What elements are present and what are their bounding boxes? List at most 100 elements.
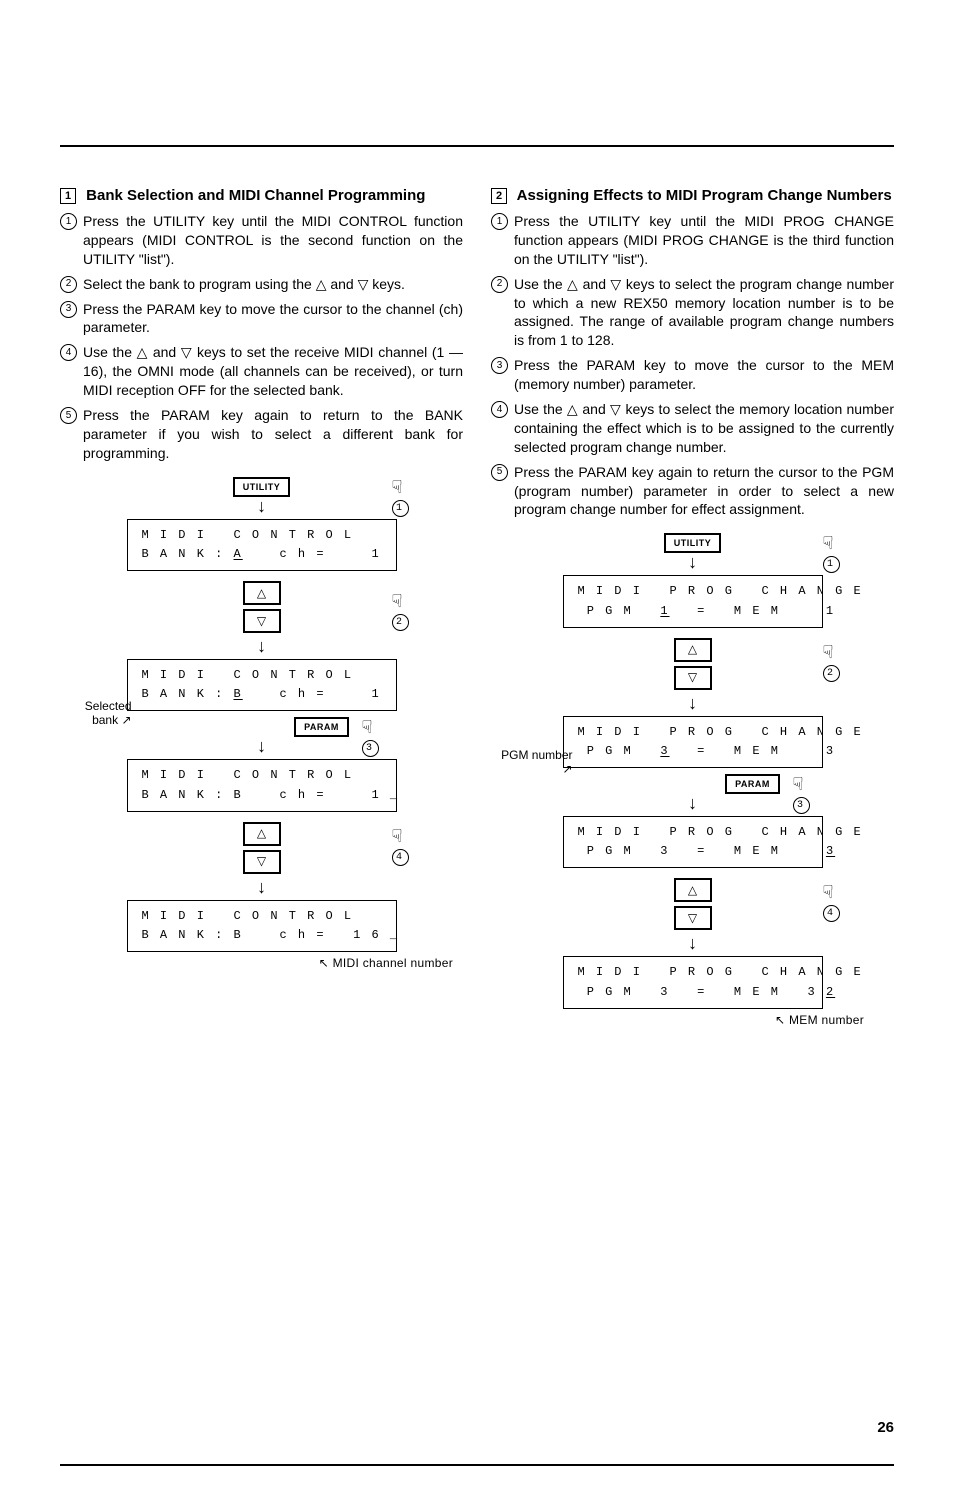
up-key: △ [243,581,281,605]
right-column: 2 Assigning Effects to MIDI Program Chan… [491,187,894,1027]
arrow-down-icon: ↓ [256,739,267,757]
step-num: 3 [491,357,508,374]
lcd-line2: P G M 1 = M E M 1 [578,602,808,621]
callout-3: 3 [362,740,379,757]
up-down-keys: △ ▽ [243,581,281,633]
hand-icon: ☟ [362,717,373,739]
arrow-down-icon: ↓ [687,796,698,814]
page-number: 26 [877,1419,894,1436]
up-down-keys: △ ▽ [674,638,712,690]
steps-list-1: 1 Press the UTILITY key until the MIDI CO… [60,212,463,463]
lcd-line1: M I D I P R O G C H A N G E [578,963,808,982]
lcd-screen: M I D I P R O G C H A N G E P G M 3 = M … [563,956,823,1008]
lcd-screen: M I D I P R O G C H A N G E P G M 1 = M … [563,575,823,627]
up-key: △ [243,822,281,846]
step-text: Press the UTILITY key until the MIDI CON… [83,212,463,269]
lcd-line1: M I D I C O N T R O L [142,666,382,685]
section-title-2: 2 Assigning Effects to MIDI Program Chan… [491,187,894,204]
step-text: Use the △ and ▽ keys to select the progr… [514,275,894,351]
step-num: 5 [60,407,77,424]
step-text: Press the PARAM key to move the cursor t… [83,300,463,338]
arrow-down-icon: ↓ [687,555,698,573]
utility-key: UTILITY [664,533,722,553]
lcd-line1: M I D I C O N T R O L [142,907,382,926]
two-columns: 1 Bank Selection and MIDI Channel Progra… [0,187,954,1027]
hand-icon: ☟ [823,642,834,664]
hand-icon: ☟ [793,774,804,796]
lcd-screen: M I D I C O N T R O L B A N K : B c h = … [127,759,397,811]
up-down-keys: △ ▽ [243,822,281,874]
flow-diagram-2: UTILITY ☟1 ↓ M I D I P R O G C H A N G E… [491,533,894,1027]
step-num: 1 [491,213,508,230]
rule-top [60,145,894,147]
down-key: ▽ [674,906,712,930]
step-num: 5 [491,464,508,481]
section-heading-1: Bank Selection and MIDI Channel Programm… [86,187,425,204]
lcd-line2: B A N K : B c h = 1 _ [142,786,382,805]
step-text: Use the △ and ▽ keys to select the memor… [514,400,894,457]
step-text: Press the PARAM key again to return to t… [83,406,463,463]
callout-1: 1 [392,500,409,517]
arrow-down-icon: ↓ [256,880,267,898]
hand-icon: ☟ [392,591,403,613]
mem-number-label: ↖ MEM number [775,1013,864,1027]
step-text: Use the △ and ▽ keys to set the receive … [83,343,463,400]
hand-icon: ☟ [392,477,403,499]
step-text: Press the PARAM key to move the cursor t… [514,356,894,394]
lcd-line2: B A N K : B c h = 1 [142,685,382,704]
step-text: Select the bank to program using the △ a… [83,275,405,294]
step-num: 2 [60,276,77,293]
lcd-line1: M I D I C O N T R O L [142,766,382,785]
lcd-line1: M I D I P R O G C H A N G E [578,582,808,601]
callout-2: 2 [823,665,840,682]
arrow-down-icon: ↓ [256,499,267,517]
lcd-screen: M I D I P R O G C H A N G E P G M 3 = M … [563,716,823,768]
param-key: PARAM [294,717,349,737]
arrow-down-icon: ↓ [256,639,267,657]
box-number-1: 1 [60,188,76,204]
hand-icon: ☟ [823,533,834,555]
down-key: ▽ [243,850,281,874]
lcd-screen: M I D I P R O G C H A N G E P G M 3 = M … [563,816,823,868]
section-title-1: 1 Bank Selection and MIDI Channel Progra… [60,187,463,204]
flow-diagram-1: UTILITY ☟1 ↓ M I D I C O N T R O L B A N… [60,477,463,971]
left-column: 1 Bank Selection and MIDI Channel Progra… [60,187,463,1027]
up-key: △ [674,878,712,902]
down-key: ▽ [243,609,281,633]
down-key: ▽ [674,666,712,690]
lcd-line2: B A N K : B c h = 1 6 _ [142,926,382,945]
lcd-screen: M I D I C O N T R O L B A N K : B c h = … [127,900,397,952]
step-num: 1 [60,213,77,230]
callout-3: 3 [793,797,810,814]
callout-4: 4 [823,905,840,922]
lcd-line2: P G M 3 = M E M 3 2 [578,983,808,1002]
pgm-number-label: PGM number ↗ [491,748,573,776]
param-key: PARAM [725,774,780,794]
callout-1: 1 [823,556,840,573]
step-num: 2 [491,276,508,293]
lcd-screen: M I D I C O N T R O L B A N K : B c h = … [127,659,397,711]
section-heading-2: Assigning Effects to MIDI Program Change… [517,187,892,204]
lcd-line1: M I D I C O N T R O L [142,526,382,545]
lcd-line2: B A N K : A c h = 1 [142,545,382,564]
lcd-line2: P G M 3 = M E M 3 [578,842,808,861]
step-text: Press the PARAM key again to return the … [514,463,894,520]
callout-4: 4 [392,849,409,866]
rule-bottom [60,1464,894,1466]
lcd-screen: M I D I C O N T R O L B A N K : A c h = … [127,519,397,571]
box-number-2: 2 [491,188,507,204]
hand-icon: ☟ [392,826,403,848]
up-down-keys: △ ▽ [674,878,712,930]
lcd-line2: P G M 3 = M E M 3 [578,742,808,761]
arrow-down-icon: ↓ [687,696,698,714]
step-num: 3 [60,301,77,318]
midi-channel-label: ↖ MIDI channel number [319,956,453,970]
hand-icon: ☟ [823,882,834,904]
arrow-down-icon: ↓ [687,936,698,954]
manual-page: 1 Bank Selection and MIDI Channel Progra… [0,145,954,1496]
step-text: Press the UTILITY key until the MIDI PRO… [514,212,894,269]
lcd-line1: M I D I P R O G C H A N G E [578,723,808,742]
steps-list-2: 1 Press the UTILITY key until the MIDI PR… [491,212,894,519]
lcd-line1: M I D I P R O G C H A N G E [578,823,808,842]
utility-key: UTILITY [233,477,291,497]
